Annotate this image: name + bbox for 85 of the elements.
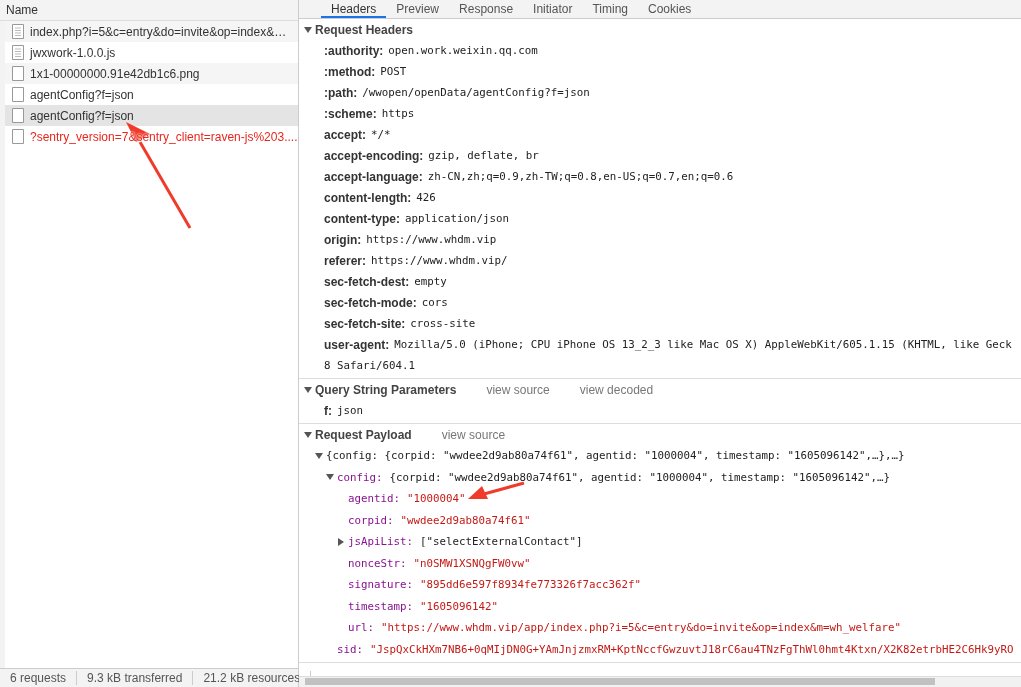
property-value: "895dd6e597f8934fe773326f7acc362f" [420, 578, 642, 592]
header-value: https://www.whdm.vip [366, 233, 497, 246]
object-preview: {corpid: "wwdee2d9ab80a74f61", agentid: "1000004", timestamp: "1605096142",…} [389, 470, 891, 484]
header-name: sec-fetch-site: [324, 316, 406, 331]
property-key: url: [348, 621, 374, 635]
header-value: application/json [405, 212, 509, 225]
section-title[interactable]: Query String Parameters [315, 382, 457, 397]
header-value: json [337, 404, 363, 417]
header-name: accept-encoding: [324, 148, 424, 163]
property-value: "n0SMW1XSNQgFW0vw" [413, 556, 531, 570]
file-icon [12, 87, 24, 102]
property-key: jsApiList: [348, 535, 413, 549]
header-value: POST [380, 65, 407, 78]
header-name: accept-language: [324, 169, 423, 184]
header-name: :authority: [324, 43, 384, 58]
tab[interactable]: Cookies [638, 0, 702, 18]
request-row[interactable]: index.php?i=5&c=entry&do=invite&op=index&… [5, 21, 298, 42]
header-name: accept: [324, 127, 367, 142]
column-header[interactable]: Name [6, 3, 38, 17]
property-key: config: [337, 470, 383, 484]
document-icon [12, 45, 24, 60]
tab[interactable]: Timing [582, 0, 638, 18]
header-name: :scheme: [324, 106, 377, 121]
header-name: content-type: [324, 211, 400, 226]
request-row[interactable]: jwxwork-1.0.0.js [5, 42, 298, 63]
header-name: origin: [324, 232, 362, 247]
property-key: nonceStr: [348, 556, 407, 570]
header-value: */* [371, 128, 391, 141]
collapse-triangle-icon[interactable] [304, 431, 312, 438]
header-name: :method: [324, 64, 376, 79]
collapse-triangle-icon[interactable] [326, 474, 334, 481]
header-value: cors [421, 296, 448, 309]
collapse-triangle-icon[interactable] [304, 386, 312, 393]
collapse-triangle-icon[interactable] [304, 26, 312, 33]
file-icon [12, 66, 24, 81]
header-value: empty [414, 275, 447, 288]
collapse-triangle-icon[interactable] [315, 452, 323, 459]
header-name: sec-fetch-mode: [324, 295, 417, 310]
status-text: 9.3 kB transferred [77, 671, 194, 685]
header-name: content-length: [324, 190, 412, 205]
view-link[interactable]: view decoded [579, 382, 654, 397]
header-name: user-agent: [324, 337, 390, 352]
property-key: sid: [337, 642, 363, 656]
header-value: open.work.weixin.qq.com [388, 44, 538, 57]
property-value: "1605096142" [420, 599, 499, 613]
tab[interactable]: Response [449, 0, 524, 18]
header-value: zh-CN,zh;q=0.9,zh-TW;q=0.8,en-US;q=0.7,en;q=0.6 [427, 170, 734, 183]
tab[interactable]: Initiator [523, 0, 583, 18]
property-value: "1000004" [407, 492, 466, 506]
file-icon [12, 108, 24, 123]
header-value: https://www.whdm.vip/ [371, 254, 508, 267]
object-preview: {config: {corpid: "wwdee2d9ab80a74f61", agentid: "1000004", timestamp: "1605096142",…},…} [326, 449, 905, 463]
header-name: referer: [324, 253, 367, 268]
header-value: https [381, 107, 415, 120]
section-title[interactable]: Request Payload [315, 427, 412, 442]
tab[interactable]: Preview [386, 0, 450, 18]
request-row[interactable]: agentConfig?f=json [5, 105, 298, 126]
property-value: "https://www.whdm.vip/app/index.php?i=5&c=entry&do=invite&op=index&m=wh_welfare" [381, 621, 902, 635]
header-value: gzip, deflate, br [428, 149, 539, 162]
request-row[interactable]: agentConfig?f=json [5, 84, 298, 105]
section-title[interactable]: Request Headers [315, 22, 414, 37]
view-link[interactable]: view source [441, 427, 506, 442]
header-value: cross-site [410, 317, 476, 330]
object-preview: ["selectExternalContact"] [420, 535, 583, 549]
property-value: "JspQxCkHXm7NB6+0qMIjDN0G+YAmJnjzmxRM+KptNccfGwzuvtJ18rC6au4TNzFgThWl0hmt4Ktxn/X2K82etrbHE2C6Hk9yRO [370, 642, 1014, 656]
property-key: corpid: [348, 513, 394, 527]
header-value: 426 [416, 191, 436, 204]
header-name: sec-fetch-dest: [324, 274, 410, 289]
view-link[interactable]: view source [486, 382, 550, 397]
document-icon [12, 24, 24, 39]
tab[interactable]: Headers [321, 0, 387, 18]
header-name: :path: [324, 85, 358, 100]
header-value: 8 Safari/604.1 [323, 358, 416, 374]
expand-triangle-icon[interactable] [338, 537, 344, 546]
property-value: "wwdee2d9ab80a74f61" [400, 513, 531, 527]
header-name: f: [324, 403, 332, 418]
property-key: agentid: [348, 492, 400, 506]
request-row[interactable]: 1x1-00000000.91e42db1c6.png [5, 63, 298, 84]
header-value: Mozilla/5.0 (iPhone; CPU iPhone OS 13_2_3 like Mac OS X) AppleWebKit/605.1.15 (KHTML, like Geck [394, 338, 1012, 351]
file-icon [12, 129, 24, 144]
scrollbar-thumb[interactable] [305, 678, 935, 685]
header-value: /wwopen/openData/agentConfig?f=json [362, 86, 590, 99]
property-key: signature: [348, 578, 413, 592]
property-key: timestamp: [348, 599, 413, 613]
status-text: 6 requests [0, 671, 78, 685]
